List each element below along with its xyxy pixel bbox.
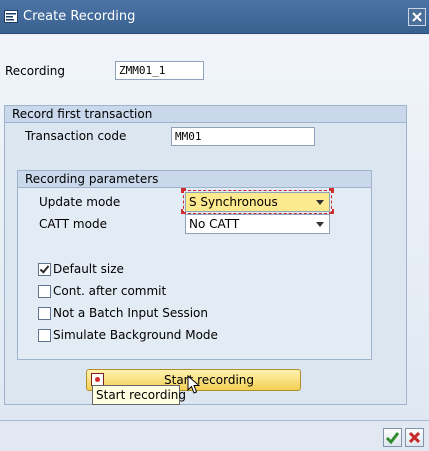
catt-mode-label: CATT mode [39, 217, 107, 231]
focus-corner-tl [181, 188, 186, 193]
window-title: Create Recording [23, 9, 136, 24]
confirm-button[interactable] [383, 428, 402, 447]
default-size-checkbox[interactable] [38, 263, 51, 276]
dialog-icon [4, 10, 18, 23]
focus-corner-tr [329, 188, 334, 193]
update-mode-value: S Synchronous [189, 195, 278, 209]
checkmark-icon [39, 263, 50, 274]
chevron-down-icon [316, 222, 324, 227]
update-mode-select[interactable]: S Synchronous [183, 190, 332, 214]
transaction-code-label: Transaction code [25, 129, 127, 143]
simulate-background-label: Simulate Background Mode [53, 328, 218, 342]
default-size-label: Default size [53, 262, 124, 276]
transaction-code-field[interactable]: MM01 [171, 127, 315, 146]
recording-parameters-header: Recording parameters [18, 171, 371, 188]
close-button[interactable] [408, 8, 426, 26]
not-batch-input-label: Not a Batch Input Session [53, 306, 208, 320]
record-first-title: Record first transaction [12, 107, 153, 121]
catt-mode-value: No CATT [189, 217, 240, 231]
cancel-button[interactable] [405, 428, 424, 447]
chevron-down-icon [316, 200, 324, 205]
update-mode-label: Update mode [39, 195, 121, 209]
cont-after-commit-label: Cont. after commit [53, 284, 167, 298]
simulate-background-checkbox[interactable] [38, 329, 51, 342]
recording-field[interactable]: ZMM01_1 [115, 61, 204, 80]
checkmark-icon [385, 432, 400, 445]
title-bar: Create Recording [0, 0, 429, 34]
bottom-toolbar [0, 420, 429, 451]
recording-label: Recording [5, 64, 66, 78]
close-icon [412, 12, 422, 22]
start-recording-tooltip: Start recording [92, 385, 186, 405]
cont-after-commit-checkbox[interactable] [38, 285, 51, 298]
record-first-header: Record first transaction [5, 106, 406, 123]
catt-mode-select[interactable]: No CATT [185, 214, 330, 234]
mouse-cursor-icon [187, 375, 201, 394]
recording-parameters-title: Recording parameters [25, 172, 159, 186]
dialog-content: Recording ZMM01_1 Record first transacti… [0, 35, 429, 420]
not-batch-input-checkbox[interactable] [38, 307, 51, 320]
cancel-icon [408, 431, 421, 444]
